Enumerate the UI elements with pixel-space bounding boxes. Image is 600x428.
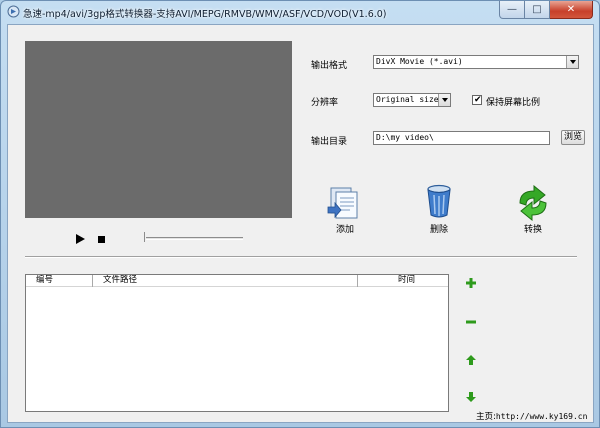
divider (25, 256, 577, 258)
stop-icon[interactable] (98, 236, 105, 243)
list-header: 编号 文件路径 时间 (26, 275, 448, 287)
keep-ratio-label: 保持屏幕比例 (486, 98, 541, 108)
video-preview (25, 41, 292, 218)
resolution-select[interactable]: Original size (373, 93, 451, 107)
minus-icon[interactable] (465, 316, 477, 328)
maximize-icon: □ (532, 4, 542, 15)
main-panel: 输出格式 DivX Movie (*.avi) 分辨率 Original siz… (7, 24, 594, 423)
file-list[interactable]: 编号 文件路径 时间 (25, 274, 449, 412)
chevron-down-icon[interactable] (566, 56, 578, 68)
homepage-label: 主页: (476, 412, 496, 422)
keep-ratio-checkbox[interactable]: ✔ (472, 95, 482, 105)
title-bar[interactable]: 急速-mp4/avi/3gp格式转换器-支持AVI/MEPG/RMVB/WMV/… (1, 1, 599, 24)
plus-icon[interactable] (465, 277, 477, 289)
arrow-up-icon[interactable] (465, 354, 477, 366)
format-select[interactable]: DivX Movie (*.avi) (373, 55, 579, 69)
chevron-down-icon[interactable] (438, 94, 450, 106)
resolution-label: 分辨率 (311, 98, 339, 108)
delete-button[interactable]: 删除 (419, 222, 459, 235)
app-window: 急速-mp4/avi/3gp格式转换器-支持AVI/MEPG/RMVB/WMV/… (0, 0, 600, 428)
output-dir-input[interactable]: D:\my video\ (373, 131, 550, 145)
format-label: 输出格式 (311, 61, 348, 71)
close-button[interactable]: ✕ (550, 1, 593, 19)
output-dir-label: 输出目录 (311, 137, 348, 147)
add-files-icon[interactable] (325, 185, 363, 221)
column-header-path[interactable]: 文件路径 (93, 275, 358, 287)
output-dir-value: D:\my video\ (376, 133, 434, 142)
close-icon: ✕ (566, 4, 576, 15)
column-header-number[interactable]: 编号 (26, 275, 93, 287)
minimize-icon: — (507, 4, 517, 15)
column-header-time[interactable]: 时间 (358, 275, 446, 287)
play-icon[interactable] (76, 234, 85, 244)
window-title: 急速-mp4/avi/3gp格式转换器-支持AVI/MEPG/RMVB/WMV/… (23, 9, 387, 20)
browse-button[interactable]: 浏览 (561, 130, 585, 145)
check-icon: ✔ (474, 95, 482, 105)
app-icon (7, 5, 20, 18)
caption-buttons: — □ ✕ (499, 1, 593, 19)
trash-icon[interactable] (420, 183, 458, 219)
homepage-link[interactable]: 主页:http://www.ky169.cn (476, 410, 587, 422)
resolution-value: Original size (376, 95, 439, 104)
format-value: DivX Movie (*.avi) (376, 57, 463, 66)
homepage-url[interactable]: http://www.ky169.cn (496, 412, 588, 421)
arrow-down-icon[interactable] (465, 391, 477, 403)
seek-slider[interactable] (146, 237, 243, 240)
convert-arrows-icon[interactable] (514, 185, 552, 221)
minimize-button[interactable]: — (499, 1, 525, 19)
convert-button[interactable]: 转换 (513, 222, 553, 235)
add-button[interactable]: 添加 (325, 222, 365, 235)
maximize-button[interactable]: □ (525, 1, 550, 19)
